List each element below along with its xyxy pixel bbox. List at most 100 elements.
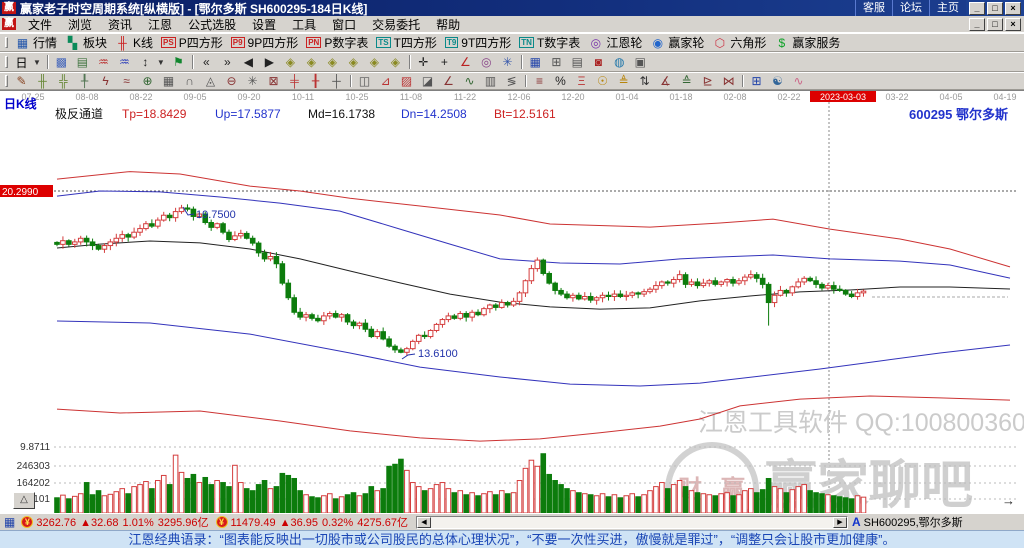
zoom-diamond-1-button[interactable]: ◈ [280,53,301,71]
9p-square-button[interactable]: P99P四方形 [227,32,302,53]
minimize-button[interactable]: _ [969,18,985,31]
zoom-diamond-5-button[interactable]: ◈ [364,53,385,71]
arc-tool-button[interactable]: ∩ [179,72,200,90]
indicator-flag-button[interactable]: ⚑ [168,53,189,71]
circle-cross-button[interactable]: ⊖ [221,72,242,90]
gann-grid-1-button[interactable]: ╫ [32,72,53,90]
minimize-button[interactable]: _ [969,2,985,15]
p-square-button[interactable]: PSP四方形 [157,32,227,53]
homepage-link[interactable]: 主页 [929,0,966,16]
gold-section-2-button[interactable]: ☉ [592,72,613,90]
angle-tool-button[interactable]: ∠ [455,53,476,71]
lightning-tool-button[interactable]: ϟ [95,72,116,90]
t-square-button[interactable]: TST四方形 [372,32,441,53]
shade-box-button[interactable]: ▨ [396,72,417,90]
fib-box-button[interactable]: ◫ [354,72,375,90]
restore-button[interactable]: □ [987,18,1003,31]
pen-tool-button[interactable]: ✎ [11,72,32,90]
dense-grid-button[interactable]: ▥ [480,72,501,90]
9t-square-button[interactable]: T99T四方形 [441,32,515,53]
notes-button[interactable]: ▤ [567,53,588,71]
web-button[interactable]: ◍ [609,53,630,71]
close-button[interactable]: × [1005,18,1021,31]
period-day-button[interactable]: 日▼ [11,52,44,73]
corner-box-button[interactable]: ◪ [417,72,438,90]
scroll-right-button[interactable]: ▶ [833,517,847,528]
sz-index-quote[interactable]: 11479.49▲36.950.32%4275.67亿 [231,514,412,530]
grid-tool-button[interactable]: ▦ [158,72,179,90]
percent-button[interactable]: % [550,72,571,90]
compare-button[interactable]: ≶ [501,72,522,90]
triangle-tool-button[interactable]: ◬ [200,72,221,90]
winner-wheel-button[interactable]: ◉赢家轮 [646,32,708,53]
quote-grid-icon[interactable]: ▦ [4,515,15,529]
zoom-diamond-6-button[interactable]: ◈ [385,53,406,71]
menu-item-浏览[interactable]: 浏览 [60,15,100,34]
fan-grid-button[interactable]: ╂ [305,72,326,90]
channel-2-button[interactable]: ⋈ [718,72,739,90]
kline-chart[interactable]: 07-2508-0808-2209-0509-2010-1110-2511-08… [0,91,1024,514]
trend-2-button[interactable]: ≙ [676,72,697,90]
star-tool-button[interactable]: ✳ [242,72,263,90]
expand-panel-button[interactable]: △ [13,492,35,509]
trend-1-button[interactable]: ∡ [655,72,676,90]
menu-item-工具[interactable]: 工具 [284,15,324,34]
gann-box-button[interactable]: ╀ [74,72,95,90]
winner-service-button[interactable]: $赢家服务 [770,32,844,53]
last-page-button[interactable]: » [217,53,238,71]
hexagon-button[interactable]: ⬡六角形 [708,32,770,53]
kline-button[interactable]: ╫K线 [111,32,157,53]
current-stock-label[interactable]: SH600295,鄂尔多斯 [864,514,963,530]
scroll-left-button[interactable]: ◀ [417,517,431,528]
sector-button[interactable]: ▚板块 [61,32,111,53]
chart-area[interactable]: 07-2508-0808-2209-0509-2010-1110-2511-08… [0,90,1024,513]
zoom-diamond-2-button[interactable]: ◈ [301,53,322,71]
kline-red-button[interactable]: ♒ [93,53,114,71]
restore-button[interactable]: □ [987,2,1003,15]
kline-blue-button[interactable]: ♒ [114,53,135,71]
next-bar-button[interactable]: ▶ [259,53,280,71]
zoom-diamond-3-button[interactable]: ◈ [322,53,343,71]
yinyang-button[interactable]: ☯ [767,72,788,90]
box-x-button[interactable]: ⊠ [263,72,284,90]
fib-retrace-button[interactable]: ≡ [529,72,550,90]
grid-x-button[interactable]: ╪ [284,72,305,90]
menu-item-江恩[interactable]: 江恩 [140,15,180,34]
market-quote-button[interactable]: ▦行情 [11,32,61,53]
system-button[interactable]: ▣ [630,53,651,71]
close-button[interactable]: × [1005,2,1021,15]
cycle-tool-button[interactable]: ✳ [497,53,518,71]
speed-line-button[interactable]: ⊿ [375,72,396,90]
gann-circle-button[interactable]: ⊕ [137,72,158,90]
prev-bar-button[interactable]: ◀ [238,53,259,71]
small-grid-button[interactable]: ⊞ [746,72,767,90]
forum-link[interactable]: 论坛 [892,0,929,16]
calendar-button[interactable]: ▦ [525,53,546,71]
gold-section-1-button[interactable]: Ξ [571,72,592,90]
support-link[interactable]: 客服 [855,0,892,16]
sine-tool-button[interactable]: ∿ [459,72,480,90]
channel-1-button[interactable]: ⊵ [697,72,718,90]
t-table-button[interactable]: TNT数字表 [515,32,584,53]
wave-ruler-button[interactable]: ≈ [116,72,137,90]
gann-wheel-button[interactable]: ◎江恩轮 [584,32,646,53]
gold-box-button[interactable]: ≜ [613,72,634,90]
info-panel-button[interactable]: ▤ [72,53,93,71]
save-button[interactable]: ◙ [588,53,609,71]
menu-item-交易委托[interactable]: 交易委托 [364,15,428,34]
menu-item-公式选股[interactable]: 公式选股 [180,15,244,34]
calculator-button[interactable]: ⊞ [546,53,567,71]
menu-item-帮助[interactable]: 帮助 [428,15,468,34]
sh-index-quote[interactable]: 3262.76▲32.681.01%3295.96亿 [36,514,212,530]
p-table-button[interactable]: PNP数字表 [302,32,372,53]
chart-style-button[interactable]: ▩ [51,53,72,71]
menu-item-资讯[interactable]: 资讯 [100,15,140,34]
angle-line-button[interactable]: ∠ [438,72,459,90]
menu-item-文件[interactable]: 文件 [20,15,60,34]
crosshair-tool-button[interactable]: + [434,53,455,71]
zoom-diamond-4-button[interactable]: ◈ [343,53,364,71]
updown-button[interactable]: ⇅ [634,72,655,90]
spiral-tool-button[interactable]: ◎ [476,53,497,71]
scale-button[interactable]: ↕▼ [135,53,168,71]
first-page-button[interactable]: « [196,53,217,71]
